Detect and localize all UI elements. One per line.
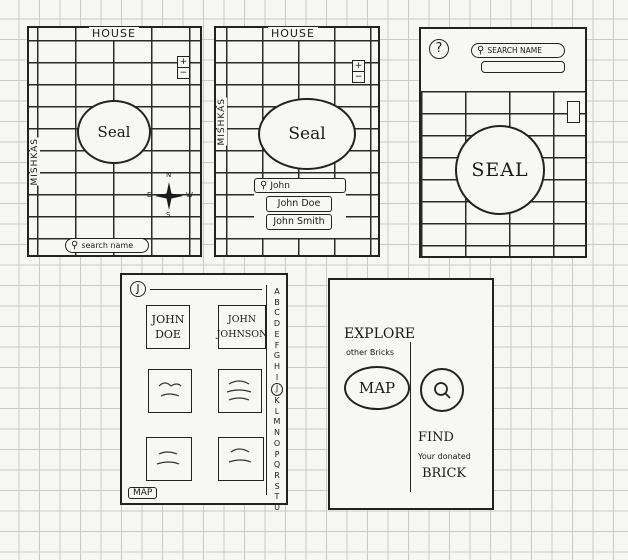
alphabet-index[interactable]: A B C D E F G H I J K L M N O P Q R S T … <box>271 287 283 514</box>
alpha-letter[interactable]: O <box>274 439 280 450</box>
search-icon: ⚲ <box>71 240 79 251</box>
search-placeholder: SEARCH NAME <box>487 46 543 55</box>
search-icon: ⚲ <box>477 45 485 56</box>
screen-3-map: ? ⚲ SEARCH NAME SEAL <box>419 27 587 258</box>
find-title: FIND <box>418 430 454 445</box>
suggestion-item[interactable]: John Doe <box>266 196 332 212</box>
seal-label: Seal <box>97 123 131 141</box>
map-button[interactable]: MAP <box>344 366 410 410</box>
result-card[interactable]: JOHN DOE <box>146 305 190 349</box>
search-bar[interactable]: ⚲ search name <box>65 238 149 253</box>
alpha-letter[interactable]: S <box>274 482 279 493</box>
seal-marker[interactable]: Seal <box>258 98 356 170</box>
search-underline <box>481 61 565 73</box>
map-label: MAP <box>358 379 396 397</box>
zoom-in-button[interactable]: + <box>178 57 189 67</box>
result-first-name: JOHN <box>227 314 257 325</box>
brick-thumbnail[interactable] <box>218 369 262 413</box>
alpha-letter[interactable]: G <box>274 351 280 362</box>
search-bar[interactable]: ⚲ SEARCH NAME <box>471 43 565 58</box>
brick-thumbnail[interactable] <box>146 437 192 481</box>
alpha-letter[interactable]: N <box>274 428 280 439</box>
zoom-control[interactable]: + − <box>177 56 190 79</box>
zoom-out-button[interactable]: − <box>353 71 364 82</box>
alpha-letter[interactable]: F <box>275 341 280 352</box>
alpha-letter[interactable]: B <box>274 298 280 309</box>
search-value-badge[interactable]: J <box>130 281 146 297</box>
alpha-letter[interactable]: U <box>274 503 280 514</box>
alpha-letter[interactable]: Q <box>274 460 280 471</box>
alpha-letter[interactable]: L <box>275 407 279 418</box>
suggestion-item[interactable]: John Smith <box>266 214 332 230</box>
explore-subtitle: other Bricks <box>346 348 395 357</box>
alpha-letter[interactable]: K <box>274 396 279 407</box>
house-label: HOUSE <box>89 27 139 40</box>
compass-e: E <box>147 191 152 199</box>
find-subtitle: Your donated <box>418 452 471 461</box>
compass-s: S <box>166 211 171 219</box>
compass-n: N <box>166 171 172 179</box>
seal-marker[interactable]: SEAL <box>455 125 545 215</box>
search-value: John <box>270 180 290 191</box>
screen-4-results: J JOHN DOE JOHN JOHNSON A B C D E F G H … <box>120 273 288 512</box>
compass-w: W <box>186 191 193 199</box>
search-button[interactable] <box>420 368 464 412</box>
screen-divider <box>410 342 411 492</box>
brick-thumbnail[interactable] <box>218 437 264 481</box>
alpha-letter[interactable]: A <box>274 287 279 298</box>
compass-icon[interactable]: N S E W <box>147 171 193 219</box>
screen-5-home: EXPLORE other Bricks MAP FIND Your donat… <box>328 278 494 510</box>
house-label: HOUSE <box>268 27 318 40</box>
search-icon <box>434 382 451 399</box>
search-autocomplete: ⚲ John John Doe John Smith <box>254 178 346 238</box>
result-card[interactable]: JOHN JOHNSON <box>216 305 268 349</box>
search-icon: ⚲ <box>260 180 268 191</box>
alphabet-divider <box>266 285 267 495</box>
explore-title: EXPLORE <box>344 326 416 342</box>
screen-2-search: HOUSE MISHKAS + − Seal ⚲ John John Doe J… <box>214 26 380 257</box>
seal-label: SEAL <box>471 159 529 181</box>
alpha-letter[interactable]: E <box>274 330 279 341</box>
alpha-letter[interactable]: R <box>274 471 280 482</box>
alpha-letter[interactable]: T <box>275 492 280 503</box>
alpha-letter[interactable]: P <box>275 450 280 461</box>
zoom-out-button[interactable]: − <box>178 67 189 78</box>
help-icon[interactable]: ? <box>429 39 449 59</box>
result-last-name: JOHNSON <box>216 329 268 340</box>
seal-marker[interactable]: Seal <box>77 100 151 164</box>
alpha-letter-selected[interactable]: J <box>271 383 283 397</box>
mishkas-label: MISHKAS <box>30 138 40 186</box>
zoom-control[interactable]: + − <box>352 60 365 83</box>
screen-1-map: HOUSE MISHKAS + − Seal N S E W ⚲ search … <box>27 26 202 257</box>
alpha-letter[interactable]: D <box>274 319 280 330</box>
search-placeholder: search name <box>81 241 134 250</box>
result-first-name: JOHN <box>151 313 185 326</box>
alpha-letter[interactable]: H <box>274 362 280 373</box>
mishkas-label: MISHKAS <box>217 98 227 146</box>
map-button[interactable]: MAP <box>128 487 158 499</box>
search-line <box>150 289 262 290</box>
brick-thumbnail[interactable] <box>148 369 192 413</box>
zoom-in-button[interactable]: + <box>353 61 364 71</box>
result-last-name: DOE <box>155 328 181 341</box>
find-brick: BRICK <box>422 466 467 481</box>
alpha-letter[interactable]: M <box>274 417 281 428</box>
zoom-control[interactable] <box>567 101 580 123</box>
alpha-letter[interactable]: I <box>276 373 278 384</box>
search-input[interactable]: ⚲ John <box>254 178 346 193</box>
seal-label: Seal <box>288 124 326 144</box>
alpha-letter[interactable]: C <box>274 308 280 319</box>
